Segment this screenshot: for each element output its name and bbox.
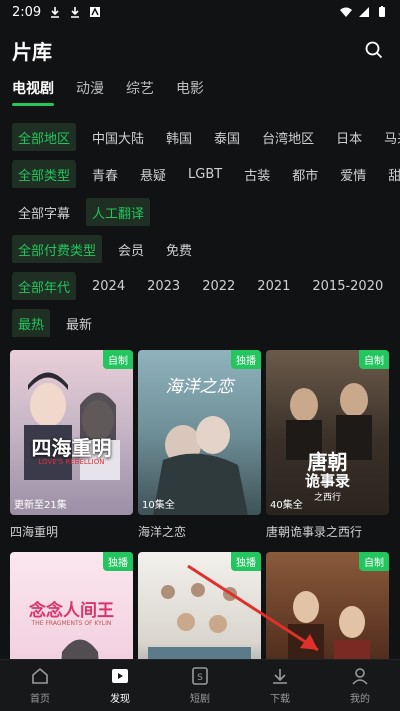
tab-variety[interactable]: 综艺 bbox=[126, 78, 154, 106]
drama-card[interactable]: 四海重明 LOVE'S REBELLION 自制 更新至21集 四海重明 bbox=[10, 350, 133, 540]
filter-type: 全部类型 青春 悬疑 LGBT 古装 都市 爱情 甜宠 婚 bbox=[0, 160, 400, 188]
page-title: 片库 bbox=[12, 39, 52, 64]
nav-label: 短剧 bbox=[190, 694, 210, 705]
short-drama-icon: S bbox=[192, 667, 208, 685]
battery-icon bbox=[379, 6, 385, 17]
card-title: 四海重明 bbox=[10, 525, 59, 539]
filter-chip[interactable]: 2021 bbox=[251, 274, 296, 299]
filter-region: 全部地区 中国大陆 韩国 泰国 台湾地区 日本 马来西亚 bbox=[0, 123, 400, 151]
filter-chip[interactable]: 古装 bbox=[238, 160, 276, 188]
status-badge: 独播 bbox=[231, 552, 261, 571]
poster-subtitle: THE FRAGMENTS OF KYLIN bbox=[31, 620, 112, 627]
tab-movie[interactable]: 电影 bbox=[176, 78, 204, 106]
tab-anime[interactable]: 动漫 bbox=[76, 78, 104, 106]
status-badge: 独播 bbox=[231, 350, 261, 369]
app-notification-icon bbox=[90, 7, 101, 17]
nav-shorts[interactable]: S 短剧 bbox=[160, 660, 240, 711]
status-badge: 自制 bbox=[359, 552, 389, 571]
filter-chip[interactable]: 2022 bbox=[196, 274, 241, 299]
poster-image: 唐朝 诡事录 之西行 自制 40集全 bbox=[266, 350, 389, 515]
status-time: 2:09 bbox=[12, 4, 42, 20]
filter-chip[interactable]: 全部地区 bbox=[12, 123, 77, 151]
filter-chip[interactable]: 都市 bbox=[286, 160, 324, 188]
filter-chip[interactable]: 日本 bbox=[330, 123, 368, 151]
status-badge: 自制 bbox=[359, 350, 389, 369]
play-icon bbox=[112, 669, 128, 683]
signal-icon bbox=[359, 7, 369, 17]
filter-chip[interactable]: 免费 bbox=[160, 235, 198, 263]
filter-chip[interactable]: 全部类型 bbox=[12, 160, 77, 188]
poster-title: 念念人间王 bbox=[29, 601, 114, 621]
filter-chip[interactable]: 悬疑 bbox=[134, 160, 172, 188]
nav-home[interactable]: 首页 bbox=[0, 660, 80, 711]
filter-chip[interactable]: 中国大陆 bbox=[86, 123, 150, 151]
filter-chip[interactable]: 最新 bbox=[60, 309, 98, 337]
status-badge: 自制 bbox=[103, 350, 133, 369]
tab-tv[interactable]: 电视剧 bbox=[12, 78, 54, 106]
drama-card[interactable]: 唐朝 诡事录 之西行 自制 40集全 唐朝诡事录之西行 bbox=[266, 350, 389, 540]
nav-profile[interactable]: 我的 bbox=[320, 660, 400, 711]
bottom-navigation: 首页 发现 S 短剧 下载 我的 bbox=[0, 659, 400, 711]
category-tabs: 电视剧 动漫 综艺 电影 bbox=[0, 76, 400, 108]
download-icon bbox=[51, 7, 60, 18]
svg-text:S: S bbox=[197, 673, 203, 683]
card-title: 唐朝诡事录之西行 bbox=[266, 525, 363, 539]
nav-label: 下载 bbox=[270, 694, 290, 705]
filter-chip[interactable]: 泰国 bbox=[208, 123, 246, 151]
filter-payment: 全部付费类型 会员 免费 bbox=[0, 235, 400, 263]
page-header: 片库 bbox=[0, 28, 400, 72]
home-icon bbox=[32, 667, 48, 684]
drama-card[interactable]: 海洋之恋 独播 10集全 海洋之恋 bbox=[138, 350, 261, 540]
nav-download[interactable]: 下载 bbox=[240, 660, 320, 711]
poster-title: 四海重明 bbox=[31, 436, 112, 460]
poster-image: 海洋之恋 独播 10集全 bbox=[138, 350, 261, 515]
download-icon bbox=[71, 7, 80, 18]
poster-title: 海洋之恋 bbox=[165, 377, 234, 397]
search-icon bbox=[365, 41, 383, 59]
user-icon bbox=[352, 668, 368, 685]
poster-subtitle: LOVE'S REBELLION bbox=[38, 458, 105, 466]
status-bar: 2:09 bbox=[0, 0, 400, 24]
episode-count: 更新至21集 bbox=[14, 500, 67, 511]
nav-label: 发现 bbox=[110, 694, 130, 705]
filter-chip[interactable]: 全部字幕 bbox=[12, 198, 76, 226]
filter-chip[interactable]: 韩国 bbox=[160, 123, 198, 151]
filter-chip[interactable]: 青春 bbox=[86, 160, 124, 188]
nav-discover[interactable]: 发现 bbox=[80, 660, 160, 711]
nav-label: 我的 bbox=[350, 694, 370, 705]
filter-chip[interactable]: 台湾地区 bbox=[256, 123, 320, 151]
filter-chip[interactable]: 会员 bbox=[112, 235, 150, 263]
filter-chip[interactable]: 2023 bbox=[141, 274, 186, 299]
search-button[interactable] bbox=[360, 36, 388, 64]
filter-year: 全部年代 2024 2023 2022 2021 2015-2020 2000-… bbox=[0, 272, 400, 300]
filter-chip[interactable]: 全部付费类型 bbox=[12, 235, 103, 263]
filter-chip[interactable]: 最热 bbox=[12, 309, 51, 337]
filter-chip[interactable]: 甜宠 bbox=[382, 160, 400, 188]
filter-chip[interactable]: 爱情 bbox=[334, 160, 372, 188]
status-badge: 独播 bbox=[103, 552, 133, 571]
filter-chip[interactable]: 马来西亚 bbox=[378, 123, 400, 151]
filter-sort: 最热 最新 bbox=[0, 309, 400, 337]
wifi-icon bbox=[340, 7, 352, 17]
filter-chip[interactable]: 全部年代 bbox=[12, 272, 77, 300]
poster-title-2: 诡事录 bbox=[304, 472, 350, 490]
filter-subtitle: 全部字幕 人工翻译 bbox=[0, 198, 400, 226]
filter-chip[interactable]: 2024 bbox=[86, 274, 131, 299]
nav-label: 首页 bbox=[30, 694, 50, 705]
card-title: 海洋之恋 bbox=[138, 525, 187, 539]
filter-chip[interactable]: 人工翻译 bbox=[86, 198, 151, 226]
filter-chip[interactable]: 2015-2020 bbox=[306, 274, 389, 299]
episode-count: 40集全 bbox=[270, 500, 303, 511]
poster-image: 四海重明 LOVE'S REBELLION 自制 更新至21集 bbox=[10, 350, 133, 515]
episode-count: 10集全 bbox=[142, 500, 175, 511]
download-icon bbox=[273, 669, 287, 684]
filter-chip[interactable]: LGBT bbox=[182, 162, 228, 187]
